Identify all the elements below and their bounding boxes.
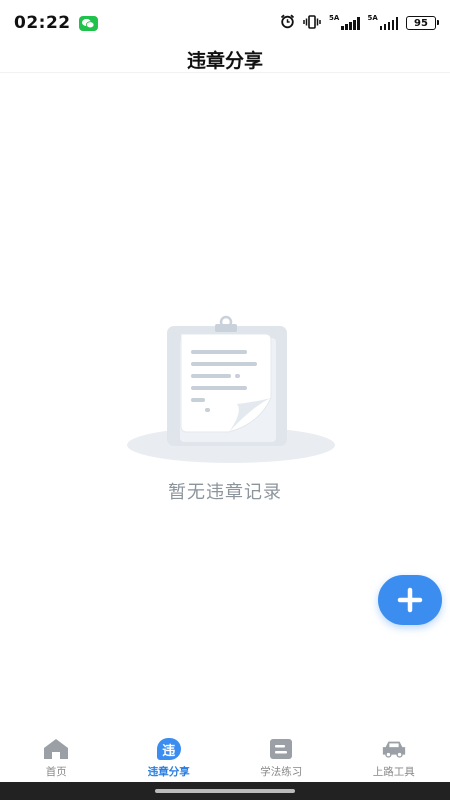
cellular-signal-icon-2: 5A — [368, 14, 398, 30]
tab-violation-share-label: 违章分享 — [147, 766, 190, 778]
system-navigation-bar — [0, 782, 450, 800]
battery-level: 95 — [414, 17, 428, 29]
violation-badge: 违 — [156, 738, 181, 760]
study-icon — [268, 737, 294, 761]
home-indicator[interactable] — [155, 789, 295, 793]
home-icon — [43, 737, 69, 761]
tab-study-practice[interactable]: 学法练习 — [225, 730, 338, 782]
status-time: 02:22 — [14, 13, 71, 33]
tab-road-tools[interactable]: 上路工具 — [338, 730, 450, 782]
tab-home[interactable]: 首页 — [0, 730, 113, 782]
cellular-signal-icon: 5A — [329, 14, 360, 30]
tab-home-label: 首页 — [45, 766, 67, 778]
alarm-icon — [280, 14, 295, 33]
add-violation-button[interactable] — [378, 575, 442, 625]
car-icon — [381, 737, 407, 761]
battery-icon: 95 — [406, 16, 439, 30]
header-divider — [0, 72, 450, 73]
tab-road-tools-label: 上路工具 — [372, 766, 415, 778]
violation-share-icon: 违 — [156, 737, 182, 761]
page-title: 违章分享 — [186, 49, 263, 72]
vibrate-icon — [303, 14, 321, 33]
tab-study-practice-label: 学法练习 — [260, 766, 303, 778]
wechat-notification-icon — [78, 15, 98, 31]
empty-state-message: 暂无违章记录 — [168, 482, 282, 503]
bottom-tab-bar: 首页 违 违章分享 学法练习 上路工具 — [0, 730, 450, 782]
tab-violation-share[interactable]: 违 违章分享 — [113, 730, 226, 782]
app-header: 违章分享 — [0, 46, 450, 72]
plus-icon — [397, 587, 423, 613]
empty-clipboard-illustration — [127, 315, 335, 463]
status-bar: 02:22 5A 5A 95 — [0, 0, 450, 46]
